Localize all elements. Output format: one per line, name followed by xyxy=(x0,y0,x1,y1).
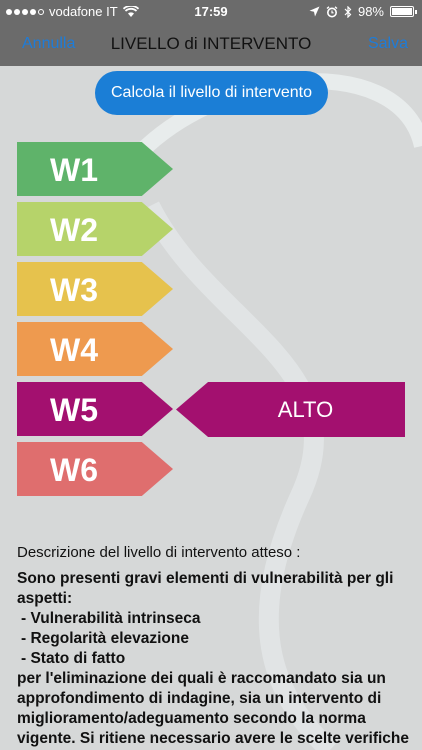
main-content[interactable]: Calcola il livello di intervento W1 W2 W… xyxy=(0,66,422,750)
status-bar: vodafone IT 17:59 98% xyxy=(0,0,422,24)
vulnerability-item: - Vulnerabilità intrinseca xyxy=(21,610,201,627)
description-intro: Sono presenti gravi elementi di vulnerab… xyxy=(17,570,394,607)
level-w3-label: W3 xyxy=(50,272,98,308)
description-body: Sono presenti gravi elementi di vulnerab… xyxy=(17,569,412,750)
vulnerability-item: - Stato di fatto xyxy=(21,650,126,667)
level-w5-badge: W5 xyxy=(17,382,173,436)
calculate-level-button[interactable]: Calcola il livello di intervento xyxy=(95,71,328,115)
vulnerability-item: - Regolarità elevazione xyxy=(21,630,189,647)
save-button[interactable]: Salva xyxy=(368,35,408,53)
battery-percent: 98% xyxy=(357,4,384,19)
level-w4-badge: W4 xyxy=(17,322,173,376)
level-w5-label: W5 xyxy=(50,392,98,428)
level-w3-badge: W3 xyxy=(17,262,173,316)
level-w6-badge: W6 xyxy=(17,442,173,496)
level-w2-badge: W2 xyxy=(17,202,173,256)
page-title: LIVELLO di INTERVENTO xyxy=(110,34,312,53)
battery-icon xyxy=(390,6,417,17)
status-right: 98% xyxy=(309,4,417,19)
description-text: per l'eliminazione dei quali è raccomand… xyxy=(17,670,410,747)
navigation-bar: Annulla LIVELLO di INTERVENTO Salva xyxy=(0,24,422,66)
level-w4-label: W4 xyxy=(50,332,98,368)
description-heading: Descrizione del livello di intervento at… xyxy=(17,544,301,561)
bluetooth-icon xyxy=(344,5,352,18)
alarm-clock-icon xyxy=(326,5,338,17)
level-w2-label: W2 xyxy=(50,212,98,248)
level-w1-label: W1 xyxy=(50,152,98,188)
location-arrow-icon xyxy=(309,6,320,17)
selected-level-label: ALTO xyxy=(277,397,334,422)
level-w6-label: W6 xyxy=(50,452,98,488)
battery-fill xyxy=(392,8,412,15)
level-description: Descrizione del livello di intervento at… xyxy=(17,544,412,750)
level-w1-badge: W1 xyxy=(17,142,173,196)
selected-level-indicator: ALTO xyxy=(176,382,405,437)
